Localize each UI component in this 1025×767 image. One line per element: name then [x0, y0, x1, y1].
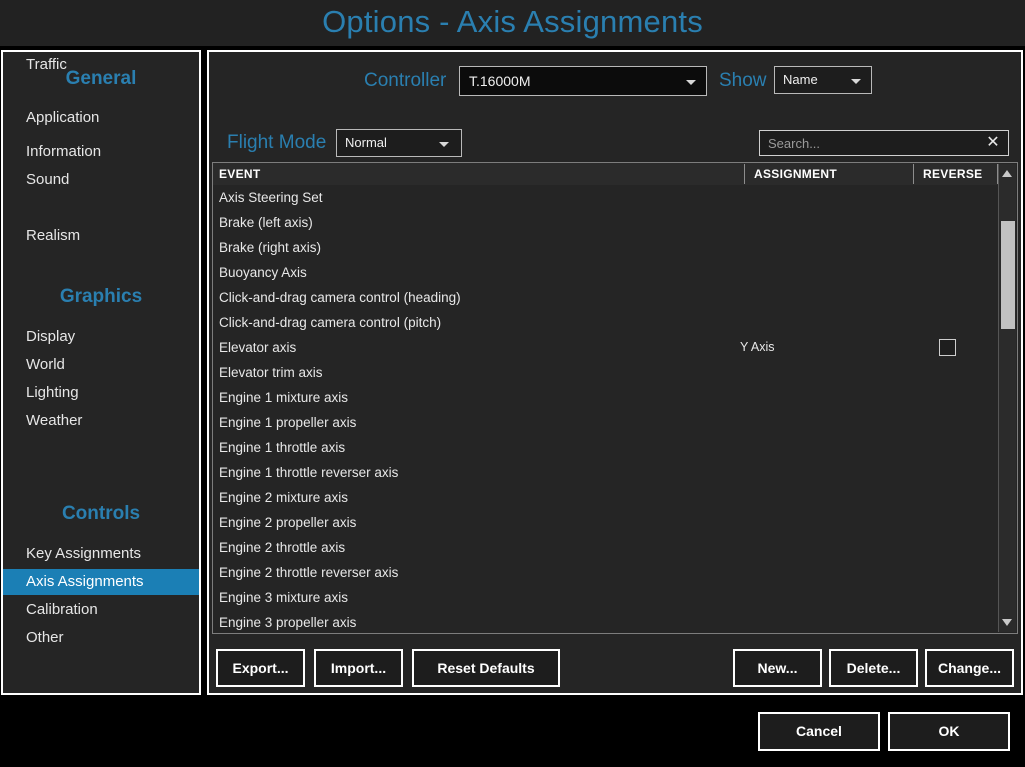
cancel-button[interactable]: Cancel — [758, 712, 880, 751]
column-header-reverse[interactable]: REVERSE — [913, 164, 982, 184]
table-row[interactable]: Engine 1 propeller axis — [213, 410, 999, 435]
close-icon[interactable]: ✕ — [984, 133, 1002, 153]
table-row[interactable]: Engine 1 mixture axis — [213, 385, 999, 410]
cell-event: Engine 2 mixture axis — [219, 485, 348, 510]
sidebar-item-other[interactable]: Other — [3, 625, 199, 651]
table-row[interactable]: Brake (left axis) — [213, 210, 999, 235]
show-label: Show — [719, 70, 767, 92]
sidebar-item-calibration[interactable]: Calibration — [3, 597, 199, 623]
search-box[interactable]: ✕ — [759, 130, 1009, 156]
table-row[interactable]: Engine 3 mixture axis — [213, 585, 999, 610]
table-row[interactable]: Engine 1 throttle axis — [213, 435, 999, 460]
cell-event: Elevator axis — [219, 335, 296, 360]
sidebar-section-graphics: Graphics — [3, 286, 199, 308]
flight-mode-label: Flight Mode — [227, 132, 326, 154]
table-row[interactable]: Brake (right axis) — [213, 235, 999, 260]
new-button[interactable]: New... — [733, 649, 822, 687]
cell-event: Axis Steering Set — [219, 185, 323, 210]
cell-event: Click-and-drag camera control (heading) — [219, 285, 461, 310]
cell-assignment: Y Axis — [740, 335, 775, 360]
table-row[interactable]: Elevator axis Y Axis — [213, 335, 999, 360]
cell-event: Click-and-drag camera control (pitch) — [219, 310, 441, 335]
sidebar-item-information[interactable]: Information — [3, 139, 199, 165]
sidebar-item-lighting[interactable]: Lighting — [3, 380, 199, 406]
table-row[interactable]: Elevator trim axis — [213, 360, 999, 385]
cell-event: Buoyancy Axis — [219, 260, 307, 285]
column-header-assignment[interactable]: ASSIGNMENT — [744, 164, 837, 184]
controller-selected-value: T.16000M — [469, 73, 530, 89]
cell-event: Engine 1 mixture axis — [219, 385, 348, 410]
table-header-row: EVENT ASSIGNMENT REVERSE — [213, 163, 999, 185]
sidebar: General Application Information Sound Tr… — [1, 50, 201, 695]
sidebar-item-realism[interactable]: Realism — [3, 223, 199, 249]
sidebar-item-key-assignments[interactable]: Key Assignments — [3, 541, 199, 567]
table-row[interactable]: Buoyancy Axis — [213, 260, 999, 285]
sidebar-item-traffic[interactable]: Traffic — [3, 52, 199, 78]
scrollbar-thumb[interactable] — [1001, 221, 1015, 329]
table-row[interactable]: Engine 2 mixture axis — [213, 485, 999, 510]
table-row[interactable]: Engine 3 propeller axis — [213, 610, 999, 633]
triangle-down-icon — [1002, 619, 1012, 626]
table-row[interactable]: Axis Steering Set — [213, 185, 999, 210]
search-input[interactable] — [760, 131, 982, 155]
flight-mode-dropdown[interactable]: Normal — [336, 129, 462, 157]
sidebar-section-controls: Controls — [3, 503, 199, 525]
cell-event: Engine 2 throttle reverser axis — [219, 560, 398, 585]
table-row[interactable]: Engine 2 propeller axis — [213, 510, 999, 535]
cell-event: Engine 1 throttle axis — [219, 435, 345, 460]
cell-event: Engine 2 throttle axis — [219, 535, 345, 560]
assignments-table: EVENT ASSIGNMENT REVERSE Axis Steering S… — [212, 162, 1018, 634]
cell-event: Elevator trim axis — [219, 360, 323, 385]
sidebar-item-world[interactable]: World — [3, 352, 199, 378]
sidebar-item-application[interactable]: Application — [3, 105, 199, 131]
delete-button[interactable]: Delete... — [829, 649, 918, 687]
sidebar-item-weather[interactable]: Weather — [3, 408, 199, 434]
vertical-scrollbar[interactable] — [998, 164, 1016, 632]
table-row[interactable]: Click-and-drag camera control (heading) — [213, 285, 999, 310]
cell-event: Brake (right axis) — [219, 235, 321, 260]
reverse-checkbox[interactable] — [939, 339, 956, 356]
show-selected-value: Name — [783, 72, 818, 87]
table-row[interactable]: Engine 1 throttle reverser axis — [213, 460, 999, 485]
cell-event: Engine 3 propeller axis — [219, 610, 356, 633]
cell-event: Engine 2 propeller axis — [219, 510, 356, 535]
chevron-down-icon — [439, 142, 449, 147]
chevron-down-icon — [851, 79, 861, 84]
show-dropdown[interactable]: Name — [774, 66, 872, 94]
sidebar-item-sound[interactable]: Sound — [3, 167, 199, 193]
reset-defaults-button[interactable]: Reset Defaults — [412, 649, 560, 687]
table-body[interactable]: Axis Steering SetBrake (left axis)Brake … — [213, 185, 999, 633]
chevron-down-icon — [686, 80, 696, 85]
page-title: Options - Axis Assignments — [0, 4, 1025, 40]
sidebar-item-display[interactable]: Display — [3, 324, 199, 350]
main-panel: Controller T.16000M Show Name Flight Mod… — [207, 50, 1023, 695]
cell-event: Engine 1 throttle reverser axis — [219, 460, 398, 485]
change-button[interactable]: Change... — [925, 649, 1014, 687]
table-row[interactable]: Engine 2 throttle reverser axis — [213, 560, 999, 585]
triangle-up-icon — [1002, 170, 1012, 177]
ok-button[interactable]: OK — [888, 712, 1010, 751]
cell-event: Engine 1 propeller axis — [219, 410, 356, 435]
flight-mode-selected-value: Normal — [345, 135, 387, 150]
import-button[interactable]: Import... — [314, 649, 403, 687]
column-header-event[interactable]: EVENT — [219, 163, 261, 185]
export-button[interactable]: Export... — [216, 649, 305, 687]
cell-event: Brake (left axis) — [219, 210, 313, 235]
sidebar-item-axis-assignments[interactable]: Axis Assignments — [3, 569, 199, 595]
controller-dropdown[interactable]: T.16000M — [459, 66, 707, 96]
table-row[interactable]: Engine 2 throttle axis — [213, 535, 999, 560]
window-title-bar: Options - Axis Assignments — [0, 0, 1025, 46]
table-row[interactable]: Click-and-drag camera control (pitch) — [213, 310, 999, 335]
cell-event: Engine 3 mixture axis — [219, 585, 348, 610]
controller-label: Controller — [364, 70, 446, 92]
scroll-up-button[interactable] — [999, 165, 1016, 182]
scroll-down-button[interactable] — [999, 614, 1016, 631]
